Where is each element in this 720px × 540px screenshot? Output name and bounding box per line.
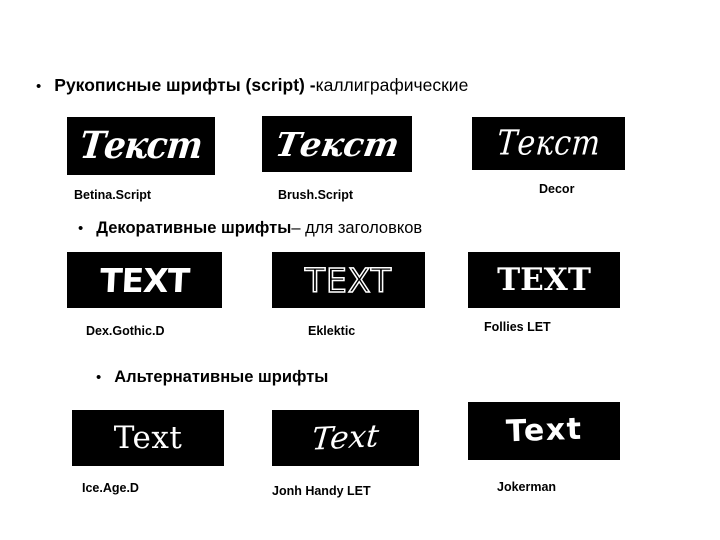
font-label-jokerman: Jokerman: [497, 480, 557, 494]
specimen-text-follies-let: TEXT: [497, 261, 591, 298]
slide-canvas: • Рукописные шрифты (script) - каллиграф…: [0, 0, 720, 540]
specimen-text-jokerman: Text: [505, 411, 583, 450]
font-specimen-jonh-handy-let: Text: [272, 410, 419, 466]
bullet-marker-icon: •: [96, 369, 102, 386]
font-label-jonh-handy-let: Jonh Handy LET: [272, 484, 371, 498]
specimen-text-ice-age-d: Text: [113, 419, 183, 456]
font-specimen-decor: Текст: [472, 117, 625, 170]
bullet-text-decorative-regular: – для заголовков: [291, 219, 423, 237]
specimen-text-dex-gothic-d: TEXT: [98, 260, 191, 300]
bullet-item-script: • Рукописные шрифты (script) - каллиграф…: [36, 75, 468, 96]
bullet-marker-icon: •: [36, 78, 42, 95]
font-specimen-betina-script: Текст: [67, 117, 215, 175]
specimen-text-decor: Текст: [495, 122, 602, 164]
font-label-decor: Decor: [539, 182, 575, 196]
font-specimen-eklektic: TEXT: [272, 252, 425, 308]
bullet-item-alternative: • Альтернативные шрифты: [96, 368, 328, 387]
font-label-follies-let: Follies LET: [484, 320, 551, 334]
font-specimen-follies-let: TEXT: [468, 252, 620, 308]
font-specimen-jokerman: Text: [468, 402, 620, 460]
font-label-dex-gothic-d: Dex.Gothic.D: [86, 324, 165, 338]
specimen-text-eklektic: TEXT: [304, 260, 393, 300]
specimen-text-jonh-handy-let: Text: [310, 417, 381, 458]
specimen-text-brush-script: Текст: [272, 124, 402, 164]
bullet-text-alternative-bold: Альтернативные шрифты: [114, 368, 329, 386]
font-specimen-ice-age-d: Text: [72, 410, 224, 466]
font-label-brush-script: Brush.Script: [278, 188, 354, 202]
bullet-item-decorative: • Декоративные шрифты – для заголовков: [78, 219, 422, 238]
bullet-marker-icon: •: [78, 220, 84, 237]
font-label-betina-script: Betina.Script: [74, 188, 152, 202]
font-specimen-dex-gothic-d: TEXT: [67, 252, 222, 308]
bullet-text-decorative-bold: Декоративные шрифты: [96, 219, 292, 237]
bullet-text-script-bold: Рукописные шрифты (script) -: [54, 75, 316, 95]
font-label-ice-age-d: Ice.Age.D: [82, 481, 139, 495]
font-label-eklektic: Eklektic: [308, 324, 356, 338]
specimen-text-betina-script: Текст: [77, 124, 205, 168]
bullet-text-script-regular: каллиграфические: [315, 75, 469, 95]
font-specimen-brush-script: Текст: [262, 116, 412, 172]
